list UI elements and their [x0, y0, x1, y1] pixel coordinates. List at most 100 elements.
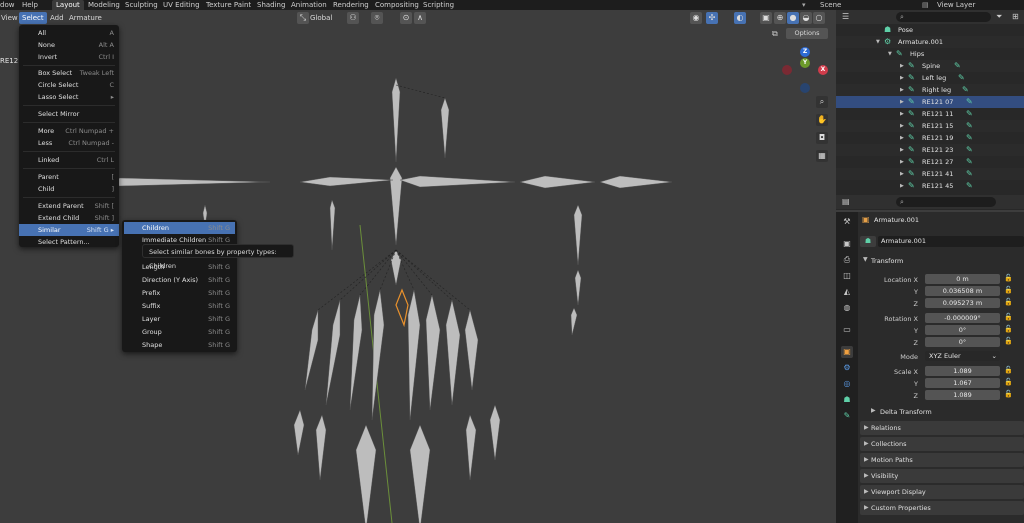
perspective-grid-icon[interactable]: ▦ — [816, 150, 828, 162]
lock-icon[interactable]: 🔓 — [1004, 378, 1013, 386]
transform-panel-header[interactable]: ▼ Transform — [860, 255, 1024, 267]
zoom-icon[interactable]: ⌕ — [816, 96, 828, 108]
submenu-item-children[interactable]: Children Shift G — [124, 222, 235, 234]
rotation-z-field[interactable]: 0° — [925, 337, 1000, 347]
gizmo-toggle-icon[interactable]: ✣ — [706, 12, 718, 24]
scene-tab-icon[interactable]: ◭ — [841, 286, 853, 298]
overlays-icon[interactable]: ◐ — [734, 12, 746, 24]
outliner-row-re121-11[interactable]: ▶ ✎ RE121 11 ✎ — [836, 108, 1024, 120]
menu-item-parent[interactable]: Parent[ — [19, 171, 119, 183]
submenu-item-prefix[interactable]: Prefix Shift G — [124, 287, 235, 299]
new-collection-icon[interactable]: ⊞ — [1012, 12, 1019, 21]
tab-sculpting[interactable]: Sculpting — [125, 0, 158, 10]
tab-scripting[interactable]: Scripting — [423, 0, 454, 10]
expand-arrow-icon[interactable]: ▶ — [900, 72, 904, 84]
solid-shading-icon[interactable]: ● — [787, 12, 799, 24]
add-menu[interactable]: Add — [50, 10, 64, 26]
expand-arrow-icon[interactable]: ▼ — [888, 48, 892, 60]
armature-menu[interactable]: Armature — [69, 10, 102, 26]
submenu-item-group[interactable]: Group Shift G — [124, 326, 235, 338]
rendered-shading-icon[interactable]: ○ — [813, 12, 825, 24]
properties-search-input[interactable]: ⌕ — [896, 197, 996, 207]
expand-arrow-icon[interactable]: ▶ — [900, 60, 904, 72]
bone-tab-icon[interactable]: ✎ — [841, 410, 853, 422]
rotation-y-field[interactable]: 0° — [925, 325, 1000, 335]
outliner-row-re121-41[interactable]: ▶ ✎ RE121 41 ✎ — [836, 168, 1024, 180]
modifier-tab-icon[interactable]: ⚙ — [841, 362, 853, 374]
submenu-item-suffix[interactable]: Suffix Shift G — [124, 300, 235, 312]
scene-icon[interactable]: ▾ — [802, 0, 806, 10]
gizmo-neg-z-icon[interactable] — [800, 83, 810, 93]
menu-item-linked[interactable]: Linked Ctrl L — [19, 154, 119, 166]
custom-properties-panel[interactable]: ▶ Custom Properties — [860, 501, 1024, 515]
menu-item-circle-select[interactable]: Circle Select C — [19, 79, 119, 91]
menu-item-similar[interactable]: Similar Shift G ▸ — [19, 224, 119, 236]
tab-texture-paint[interactable]: Texture Paint — [206, 0, 251, 10]
scale-y-field[interactable]: 1.067 — [925, 378, 1000, 388]
expand-arrow-icon[interactable]: ▶ — [900, 96, 904, 108]
lock-icon[interactable]: 🔓 — [1004, 366, 1013, 374]
outliner-editor-icon[interactable]: ☰ — [842, 12, 849, 21]
location-y-field[interactable]: 0.036508 m — [925, 286, 1000, 296]
outliner-row-hips[interactable]: ▼ ✎ Hips — [836, 48, 1024, 60]
lock-icon[interactable]: 🔓 — [1004, 313, 1013, 321]
location-x-field[interactable]: 0 m — [925, 274, 1000, 284]
menu-item-all[interactable]: All A — [19, 27, 119, 39]
delta-transform-subpanel[interactable]: ▶ Delta Transform — [868, 406, 1024, 418]
tool-tab-icon[interactable]: ⚒ — [841, 216, 853, 228]
tab-rendering[interactable]: Rendering — [333, 0, 369, 10]
pan-hand-icon[interactable]: ✋ — [816, 114, 828, 126]
sidebar-toggle-icon[interactable]: ⧉ — [772, 29, 778, 39]
tab-compositing[interactable]: Compositing — [375, 0, 419, 10]
lock-icon[interactable]: 🔓 — [1004, 274, 1013, 282]
menu-item-less[interactable]: Less Ctrl Numpad - — [19, 137, 119, 149]
armature-datablock-icon[interactable]: ☗ — [860, 236, 876, 247]
collection-tab-icon[interactable]: ▭ — [841, 324, 853, 336]
submenu-item-layer[interactable]: Layer Shift G — [124, 313, 235, 325]
lock-icon[interactable]: 🔓 — [1004, 286, 1013, 294]
view-menu[interactable]: View — [1, 10, 18, 26]
scene-selector[interactable]: Scene — [820, 0, 841, 10]
physics-tab-icon[interactable]: ◎ — [841, 378, 853, 390]
menu-item-select-mirror[interactable]: Select Mirror — [19, 108, 119, 120]
object-name-field[interactable]: Armature.001 — [878, 236, 1024, 247]
lock-icon[interactable]: 🔓 — [1004, 298, 1013, 306]
expand-arrow-icon[interactable]: ▼ — [876, 36, 880, 48]
outliner-row-re121-15[interactable]: ▶ ✎ RE121 15 ✎ — [836, 120, 1024, 132]
motion-paths-panel[interactable]: ▶ Motion Paths — [860, 453, 1024, 467]
proportional-editing-icon[interactable]: ⊙ — [400, 12, 412, 24]
snap-icon[interactable]: ⌾ — [371, 12, 383, 24]
filter-icon[interactable]: ⏷ — [996, 12, 1002, 22]
viewport-display-panel[interactable]: ▶ Viewport Display — [860, 485, 1024, 499]
tab-shading[interactable]: Shading — [257, 0, 285, 10]
expand-arrow-icon[interactable]: ▶ — [900, 156, 904, 168]
xray-icon[interactable]: ▣ — [760, 12, 772, 24]
outliner-row-left-leg[interactable]: ▶ ✎ Left leg ✎ — [836, 72, 1024, 84]
menu-item-none[interactable]: None Alt A — [19, 39, 119, 51]
gizmo-y-icon[interactable]: Y — [800, 58, 810, 68]
outliner-row-right-leg[interactable]: ▶ ✎ Right leg ✎ — [836, 84, 1024, 96]
material-shading-icon[interactable]: ◒ — [800, 12, 812, 24]
outliner-search-input[interactable]: ⌕ — [896, 12, 991, 22]
lock-icon[interactable]: 🔓 — [1004, 390, 1013, 398]
expand-arrow-icon[interactable]: ▶ — [900, 132, 904, 144]
view-layer-icon[interactable]: ▤ — [922, 0, 929, 10]
scale-x-field[interactable]: 1.089 — [925, 366, 1000, 376]
render-tab-icon[interactable]: ▣ — [841, 238, 853, 250]
relations-panel[interactable]: ▶ Relations — [860, 421, 1024, 435]
menu-item-more[interactable]: More Ctrl Numpad + — [19, 125, 119, 137]
gizmo-x-icon[interactable]: X — [818, 65, 828, 75]
gizmo-neg-x-icon[interactable] — [782, 65, 792, 75]
options-button[interactable]: Options — [786, 28, 828, 39]
expand-arrow-icon[interactable]: ▶ — [900, 84, 904, 96]
outliner-row-re121-07[interactable]: ▶ ✎ RE121 07 ✎ — [836, 96, 1024, 108]
menu-item-extend-child[interactable]: Extend Child Shift ] — [19, 212, 119, 224]
window-menu[interactable]: dow — [0, 0, 14, 10]
tab-animation[interactable]: Animation — [291, 0, 327, 10]
rotation-x-field[interactable]: -0.000009° — [925, 313, 1000, 323]
output-tab-icon[interactable]: ⎙ — [841, 254, 853, 266]
location-z-field[interactable]: 0.095273 m — [925, 298, 1000, 308]
help-menu[interactable]: Help — [22, 0, 38, 10]
expand-arrow-icon[interactable]: ▶ — [900, 168, 904, 180]
rotation-mode-dropdown[interactable]: XYZ Euler ⌄ — [925, 351, 1000, 361]
